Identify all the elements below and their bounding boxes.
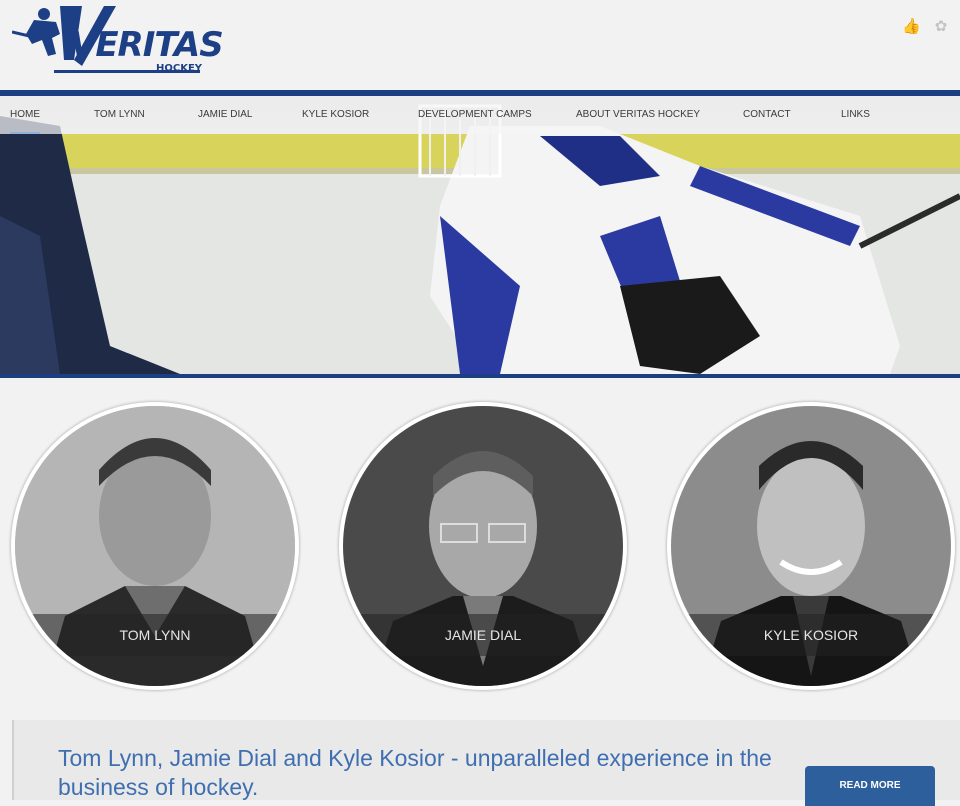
jamie-dial-caption: JAMIE DIAL — [343, 614, 623, 656]
nav-kyle-kosior[interactable]: KYLE KOSIOR — [302, 96, 369, 134]
hero-bottom-bar — [0, 374, 960, 378]
veritas-hockey-logo[interactable]: VERITAS HOCKEY — [12, 4, 224, 78]
intro-banner: Tom Lynn, Jamie Dial and Kyle Kosior - u… — [12, 720, 960, 806]
nav-about-veritas-hockey[interactable]: ABOUT VERITAS HOCKEY — [576, 96, 700, 134]
twitter-bird-icon[interactable]: ✿ — [932, 18, 950, 36]
intro-text: Tom Lynn, Jamie Dial and Kyle Kosior - u… — [58, 745, 772, 800]
nav-contact[interactable]: CONTACT — [743, 96, 791, 134]
kyle-kosior-photo: KYLE KOSIOR — [671, 406, 951, 686]
nav-home[interactable]: HOME — [10, 96, 40, 134]
nav-development-camps[interactable]: DEVELOPMENT CAMPS — [418, 96, 532, 134]
nav-links[interactable]: LINKS — [841, 96, 870, 134]
profile-kyle-kosior[interactable]: KYLE KOSIOR — [667, 402, 955, 690]
main-nav: HOME TOM LYNN JAMIE DIAL KYLE KOSIOR DEV… — [0, 96, 960, 134]
kyle-kosior-caption: KYLE KOSIOR — [671, 614, 951, 656]
tom-lynn-photo: TOM LYNN — [15, 406, 295, 686]
profile-jamie-dial[interactable]: JAMIE DIAL — [339, 402, 627, 690]
nav-tom-lynn[interactable]: TOM LYNN — [94, 96, 145, 134]
logo-wordmark: VERITAS — [70, 25, 224, 65]
thumbs-up-icon[interactable]: 👍 — [902, 18, 921, 36]
nav-jamie-dial[interactable]: JAMIE DIAL — [198, 96, 252, 134]
hockey-hero-illustration — [0, 104, 960, 374]
site-header: VERITAS HOCKEY 👍 ✿ — [0, 0, 960, 90]
tom-lynn-caption: TOM LYNN — [15, 614, 295, 656]
profile-tom-lynn[interactable]: TOM LYNN — [11, 402, 299, 690]
jamie-dial-photo: JAMIE DIAL — [343, 406, 623, 686]
hero-image — [0, 96, 960, 374]
logo-subtitle: HOCKEY — [156, 63, 203, 74]
read-more-button[interactable]: READ MORE — [805, 766, 935, 806]
social-links: 👍 ✿ — [902, 18, 950, 36]
